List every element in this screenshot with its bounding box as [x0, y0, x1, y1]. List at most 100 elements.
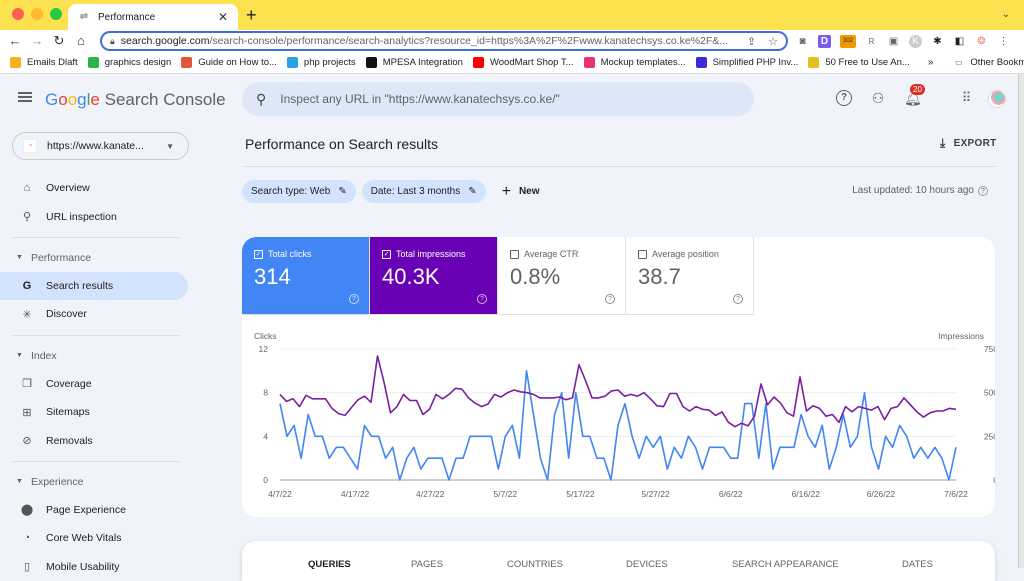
asterisk-icon: ✳ [22, 308, 32, 321]
tab-search-appearance[interactable]: SEARCH APPEARANCE [732, 559, 839, 570]
y-left-tick-label: 4 [263, 431, 268, 441]
sidebar-item-overview[interactable]: ⌂ Overview [0, 174, 188, 202]
x-tick-label: 5/17/22 [566, 489, 595, 497]
home-icon[interactable]: ⌂ [70, 30, 92, 52]
apps-grid-icon[interactable]: ⠿ [958, 90, 974, 106]
checkbox-checked-icon[interactable]: ✓ [254, 249, 263, 259]
help-icon[interactable]: ? [836, 90, 852, 106]
x-tick-label: 5/27/22 [641, 489, 670, 497]
help-icon[interactable]: ? [477, 294, 487, 304]
metric-total-impressions[interactable]: ✓ Total impressions 40.3K ? [370, 237, 498, 315]
checkbox-checked-icon[interactable]: ✓ [382, 249, 391, 259]
divider [242, 166, 996, 167]
sidebar-section-performance[interactable]: ▼ Performance [0, 244, 190, 272]
redirect-extension-icon[interactable]: 302 [840, 34, 856, 48]
rb-extension-icon[interactable]: R [865, 35, 878, 48]
search-console-logo[interactable]: Google Search Console [45, 90, 226, 110]
export-button[interactable]: ⤓ EXPORT [940, 136, 997, 151]
main-menu-icon[interactable] [18, 92, 32, 102]
tab-manager-extension-icon[interactable]: ▣ [887, 35, 900, 48]
menu-kebab-icon[interactable]: ⋮ [997, 35, 1010, 48]
k-extension-icon[interactable]: K [909, 34, 922, 48]
page-scrollbar[interactable] [1018, 74, 1024, 568]
sidebar-item-url-inspection[interactable]: ⚲ URL inspection [0, 202, 188, 230]
search-type-filter-chip[interactable]: Search type: Web ✎ [242, 180, 356, 203]
browser-toolbar: ← → ↻ ⌂ 🔒︎ search.google.com/search-cons… [0, 30, 1024, 52]
sidebar-item-coverage[interactable]: ❐ Coverage [0, 370, 188, 398]
youtube-icon [472, 57, 484, 68]
help-icon[interactable]: ? [978, 185, 988, 196]
more-bookmarks-button[interactable]: » [928, 57, 934, 68]
bookmark-item[interactable]: php projects [286, 57, 356, 68]
x-tick-label: 4/7/22 [268, 489, 292, 497]
tab-countries[interactable]: COUNTRIES [507, 559, 563, 570]
x-tick-label: 6/6/22 [719, 489, 743, 497]
browser-tab[interactable]: ⇌ Performance ✕ [68, 4, 238, 30]
sidebar-item-page-experience[interactable]: ⬤ Page Experience [0, 496, 188, 524]
bookmark-item[interactable]: WoodMart Shop T... [472, 57, 574, 68]
header-actions: ? ⚇ 🔔︎ 20 ⠿ [836, 84, 1006, 108]
property-selector[interactable]: ◔ https://www.kanate... ▼ [12, 132, 189, 160]
notifications-bell-icon[interactable]: 🔔︎ 20 [904, 84, 925, 106]
url-inspection-search-input[interactable]: ⚲ Inspect any URL in "https://www.kanate… [242, 82, 754, 116]
new-tab-button[interactable]: + [246, 5, 257, 25]
camera-extension-icon[interactable]: ◙ [796, 35, 809, 48]
help-icon[interactable]: ? [349, 294, 359, 304]
help-icon[interactable]: ? [733, 294, 743, 304]
last-updated-status: Last updated: 10 hours ago ? [852, 185, 988, 196]
metric-average-ctr[interactable]: Average CTR 0.8% ? [498, 237, 626, 315]
profile-icon[interactable]: ❂ [975, 35, 988, 48]
metric-average-position[interactable]: Average position 38.7 ? [626, 237, 754, 315]
bookmark-item[interactable]: graphics design [87, 57, 171, 68]
sidebar-section-experience[interactable]: ▼ Experience [0, 468, 190, 496]
share-icon[interactable]: ⇪ [747, 35, 756, 48]
date-filter-chip[interactable]: Date: Last 3 months ✎ [361, 180, 486, 203]
address-bar[interactable]: 🔒︎ search.google.com/search-console/perf… [100, 31, 788, 51]
puzzle-extensions-icon[interactable]: ✱ [931, 35, 944, 48]
bookmarks-bar: Emails Dlaft graphics design Guide on How … [0, 52, 1024, 74]
close-tab-icon[interactable]: ✕ [218, 10, 228, 24]
user-settings-icon[interactable]: ⚇ [870, 90, 886, 106]
n-logo-icon [365, 57, 377, 68]
divider [12, 334, 180, 336]
maximize-window-button[interactable] [50, 8, 62, 20]
bookmark-item[interactable]: 50 Free to Use An... [808, 57, 910, 68]
tab-devices[interactable]: DEVICES [626, 559, 668, 570]
checkbox-unchecked-icon[interactable] [638, 249, 647, 259]
sidebar-section-index[interactable]: ▼ Index [0, 342, 190, 370]
side-panel-icon[interactable]: ◧ [953, 35, 966, 48]
account-avatar[interactable] [988, 90, 1006, 108]
filter-bar: Search type: Web ✎ Date: Last 3 months ✎ +… [242, 180, 540, 203]
metric-total-clicks[interactable]: ✓ Total clicks 314 ? [242, 237, 370, 315]
bookmark-item[interactable]: Emails Dlaft [10, 57, 78, 68]
sidebar-item-mobile-usability[interactable]: ▯ Mobile Usability [0, 553, 188, 581]
forward-icon[interactable]: → [26, 30, 48, 52]
tab-dates[interactable]: DATES [902, 559, 933, 570]
close-window-button[interactable] [12, 8, 24, 20]
sidebar-item-search-results[interactable]: G Search results [0, 271, 188, 301]
bookmark-item[interactable]: Simplified PHP Inv... [695, 57, 798, 68]
back-icon[interactable]: ← [4, 30, 26, 52]
other-bookmarks-folder[interactable]: ▭Other Bookmarks [953, 57, 1024, 68]
reload-icon[interactable]: ↻ [48, 30, 70, 52]
sidebar-item-core-web-vitals[interactable]: ◔ Core Web Vitals [0, 524, 188, 552]
sidebar-item-discover[interactable]: ✳ Discover [0, 300, 188, 328]
dimension-tabs: QUERIES PAGES COUNTRIES DEVICES SEARCH APPEA… [242, 541, 995, 581]
y-right-tick-label: 0 [993, 475, 995, 485]
home-icon: ⌂ [23, 182, 31, 195]
bookmark-item[interactable]: Mockup templates... [583, 57, 686, 68]
eye-off-icon: ⊘ [22, 435, 32, 448]
bookmark-item[interactable]: MPESA Integration [365, 57, 463, 68]
bookmark-item[interactable]: Guide on How to... [181, 57, 277, 68]
minimize-window-button[interactable] [31, 8, 43, 20]
new-filter-button[interactable]: + New [502, 183, 540, 201]
help-icon[interactable]: ? [605, 294, 615, 304]
tab-search-chevron-icon[interactable]: ⌄ [1002, 9, 1010, 20]
checkbox-unchecked-icon[interactable] [510, 249, 519, 259]
bookmark-star-icon[interactable]: ☆ [768, 35, 778, 48]
sidebar-item-removals[interactable]: ⊘ Removals [0, 426, 188, 454]
sidebar-item-sitemaps[interactable]: ⊞ Sitemaps [0, 398, 188, 426]
tab-queries[interactable]: QUERIES [308, 559, 351, 570]
d-extension-icon[interactable]: D [818, 34, 831, 48]
tab-pages[interactable]: PAGES [411, 559, 443, 570]
